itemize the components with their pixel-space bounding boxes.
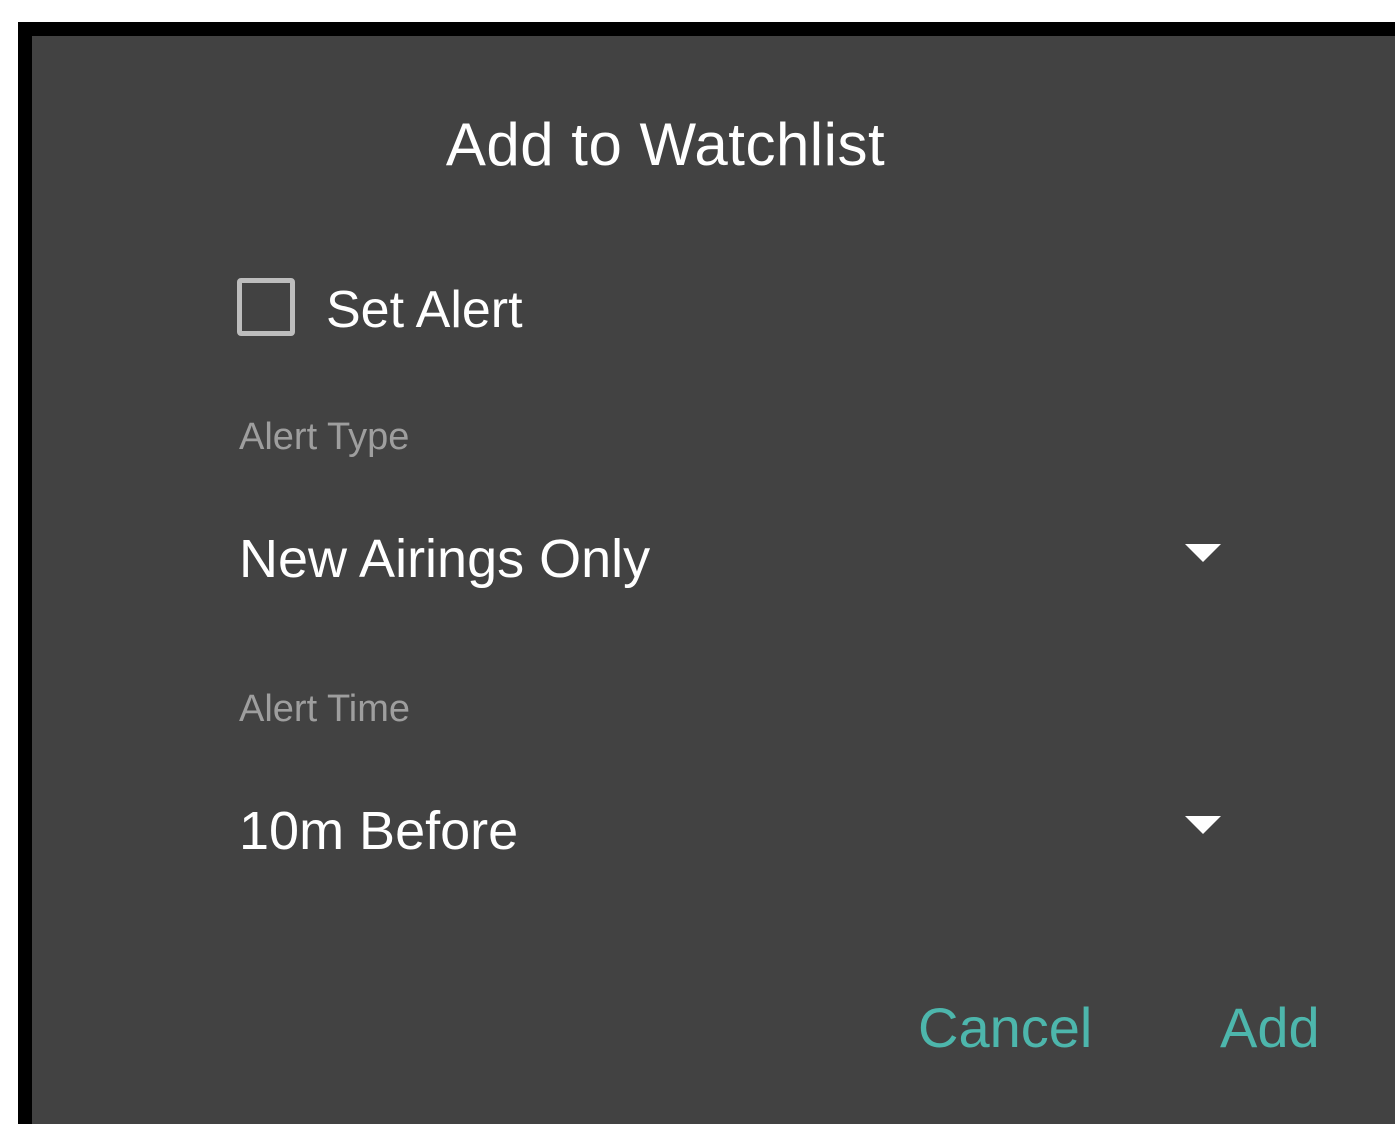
- set-alert-checkbox[interactable]: [237, 278, 295, 336]
- dropdown-arrow-icon: [1185, 816, 1221, 834]
- dialog-title: Add to Watchlist: [445, 111, 886, 178]
- alert-time-select[interactable]: 10m Before: [239, 792, 1229, 864]
- alert-time-value: 10m Before: [239, 801, 519, 861]
- cancel-button[interactable]: Cancel: [918, 995, 1092, 1060]
- set-alert-label[interactable]: Set Alert: [326, 280, 523, 340]
- add-button[interactable]: Add: [1220, 995, 1320, 1060]
- alert-type-select[interactable]: New Airings Only: [239, 520, 1229, 592]
- alert-time-label: Alert Time: [239, 688, 411, 730]
- alert-type-label: Alert Type: [239, 416, 410, 458]
- dropdown-arrow-icon: [1185, 544, 1221, 562]
- alert-type-value: New Airings Only: [239, 529, 651, 589]
